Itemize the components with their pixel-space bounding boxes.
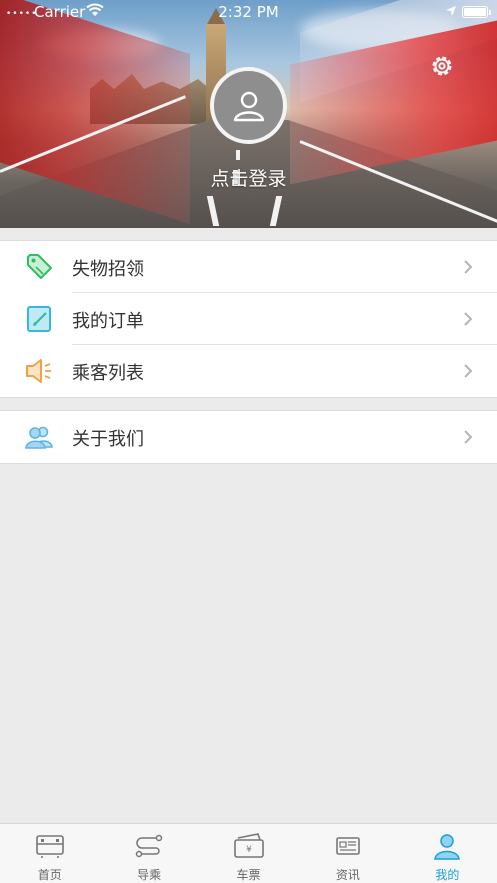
menu-label: 失物招领 xyxy=(72,259,144,280)
menu-item-orders[interactable]: 我的订单 xyxy=(0,293,497,345)
speaker-icon xyxy=(26,359,51,383)
person-icon xyxy=(434,834,461,860)
chevron-right-icon xyxy=(464,364,473,378)
menu-item-lost-found[interactable]: 失物招领 xyxy=(0,241,497,293)
tab-label: 首页 xyxy=(37,868,62,882)
news-icon xyxy=(336,837,360,855)
menu-label: 关于我们 xyxy=(72,429,144,450)
menu-group-main: 失物招领 我的订单 乘客列表 xyxy=(0,240,497,398)
tab-label: 我的 xyxy=(435,868,460,882)
tag-icon xyxy=(27,254,52,279)
status-bar: ••••• Carrier 2:32 PM xyxy=(0,0,497,24)
svg-text:¥: ¥ xyxy=(246,845,252,855)
menu-item-about[interactable]: 关于我们 xyxy=(0,411,497,463)
tab-home[interactable]: 首页 xyxy=(0,824,99,883)
battery-icon xyxy=(462,6,488,18)
route-icon xyxy=(135,834,163,858)
chevron-right-icon xyxy=(464,260,473,274)
tab-bar: 首页 导乘 ¥ 车票 资讯 我的 xyxy=(0,823,497,883)
tab-label: 资讯 xyxy=(335,868,360,882)
people-icon xyxy=(25,426,53,449)
menu-group-about: 关于我们 xyxy=(0,410,497,464)
user-icon xyxy=(233,91,264,121)
tab-guide[interactable]: 导乘 xyxy=(99,824,198,883)
tab-tickets[interactable]: ¥ 车票 xyxy=(199,824,298,883)
menu-label: 乘客列表 xyxy=(72,363,144,384)
avatar[interactable] xyxy=(210,67,287,144)
location-arrow-icon xyxy=(446,6,456,16)
ticket-icon: ¥ xyxy=(233,833,264,858)
clock: 2:32 PM xyxy=(218,3,279,21)
menu-label: 我的订单 xyxy=(72,311,144,332)
menu-item-passengers[interactable]: 乘客列表 xyxy=(0,345,497,397)
tab-label: 车票 xyxy=(236,868,261,882)
bus-icon xyxy=(35,835,64,858)
login-link[interactable]: 点击登录 xyxy=(0,164,497,191)
edit-icon xyxy=(27,306,51,332)
gear-icon[interactable] xyxy=(429,53,455,79)
chevron-right-icon xyxy=(464,312,473,326)
chevron-right-icon xyxy=(464,430,473,444)
tab-mine[interactable]: 我的 xyxy=(398,824,497,883)
tab-news[interactable]: 资讯 xyxy=(298,824,397,883)
tab-label: 导乘 xyxy=(137,868,162,882)
